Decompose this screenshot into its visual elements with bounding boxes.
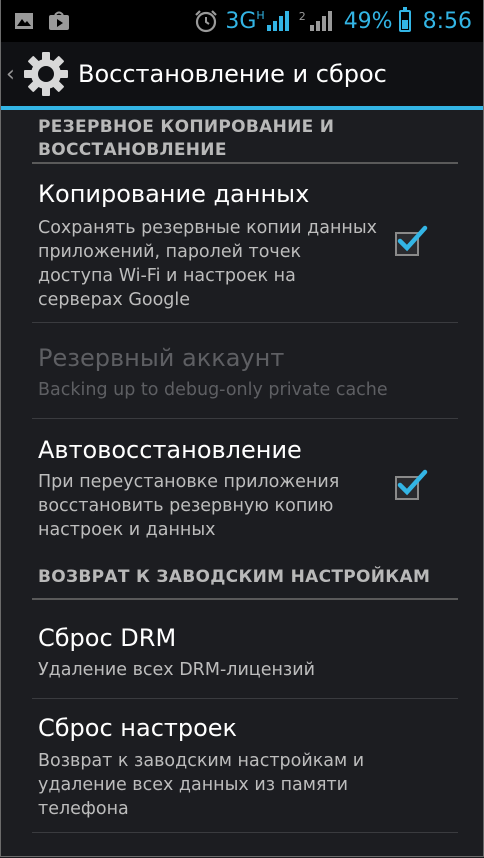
- checkmark-icon: [397, 225, 428, 252]
- checkmark-icon: [397, 469, 428, 496]
- clock: 8:56: [422, 8, 472, 34]
- divider: [32, 418, 458, 419]
- section-header-factory: ВОЗВРАТ К ЗАВОДСКИМ НАСТРОЙКАМ: [38, 567, 431, 587]
- pref-title: Сброс DRM: [38, 624, 177, 652]
- system-indicators: 3G H 2 49% 8:56: [193, 7, 484, 34]
- page-title: Восстановление и сброс: [78, 60, 387, 88]
- divider: [32, 322, 458, 323]
- section-rule-backup: [32, 162, 458, 164]
- divider: [32, 698, 458, 699]
- pref-summary: Сохранять резервные копии данных приложе…: [38, 218, 378, 310]
- pref-title: Копирование данных: [38, 180, 310, 208]
- battery-percent: 49%: [343, 8, 393, 34]
- action-bar[interactable]: ‹ Восстановление и сброс: [0, 42, 484, 106]
- settings-gear-icon[interactable]: [22, 50, 70, 98]
- network-type: 3G: [225, 8, 257, 34]
- notification-icons: [0, 11, 70, 31]
- battery-icon: [398, 7, 411, 32]
- pref-title: Сброс настроек: [38, 714, 238, 742]
- signal-2-icon: [309, 11, 332, 31]
- signal-icon: [266, 11, 289, 31]
- auto-restore-checkbox[interactable]: [395, 469, 428, 500]
- pref-summary: Удаление всех DRM-лицензий: [38, 660, 315, 680]
- divider: [32, 832, 458, 833]
- pref-title: Резервный аккаунт: [38, 344, 285, 372]
- network-sub: H: [256, 8, 265, 22]
- sim2-label: 2: [298, 9, 306, 23]
- status-bar: 3G H 2 49% 8:56: [0, 0, 484, 42]
- pref-summary: Backing up to debug-only private cache: [38, 380, 388, 400]
- back-chevron-icon[interactable]: ‹: [6, 62, 20, 87]
- backup-data-checkbox[interactable]: [395, 225, 428, 256]
- image-icon: [15, 13, 33, 29]
- section-header-backup: РЕЗЕРВНОЕ КОПИРОВАНИЕ И ВОССТАНОВЛЕНИЕ: [38, 117, 335, 160]
- pref-summary: При переустановке приложения восстановит…: [38, 472, 340, 540]
- pref-summary: Возврат к заводским настройкам и удалени…: [38, 751, 365, 819]
- pref-title: Автовосстановление: [38, 436, 302, 464]
- section-rule-factory: [32, 598, 458, 600]
- alarm-icon: [195, 10, 218, 33]
- action-bar-divider: [0, 106, 484, 110]
- play-store-icon: [49, 11, 69, 30]
